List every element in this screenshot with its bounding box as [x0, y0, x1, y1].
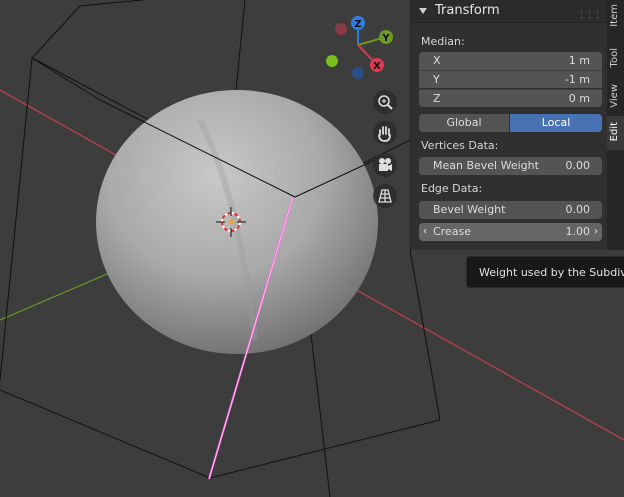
chevron-right-icon[interactable]: ›: [594, 223, 598, 241]
chevron-left-icon[interactable]: ‹: [423, 223, 427, 241]
grid-icon[interactable]: [373, 184, 397, 208]
bevel-weight-field[interactable]: Bevel Weight 0.00: [419, 201, 602, 219]
tab-view[interactable]: View: [607, 78, 624, 116]
median-x-field[interactable]: X 1 m: [419, 52, 602, 70]
gizmo-neg-y: [326, 55, 338, 67]
gizmo-neg-x: [335, 23, 347, 35]
tab-edit[interactable]: Edit: [607, 116, 624, 150]
field-label: Z: [433, 92, 441, 105]
transform-panel: Transform ⋮⋮⋮ Median: X 1 m Y -1 m Z 0 m…: [410, 0, 607, 250]
field-label: Bevel Weight: [433, 203, 506, 216]
collapse-triangle-icon[interactable]: [419, 7, 427, 14]
field-label: X: [433, 54, 441, 67]
crease-tooltip: Weight used by the Subdivision Surface m…: [466, 256, 624, 288]
field-label: Y: [433, 73, 440, 86]
vertices-data-label: Vertices Data:: [421, 139, 499, 152]
field-label: Crease: [433, 225, 471, 238]
drag-grip-icon[interactable]: ⋮⋮⋮: [577, 4, 602, 26]
zoom-icon[interactable]: [373, 90, 397, 114]
gizmo-z-label: Z: [354, 19, 361, 30]
local-toggle-button[interactable]: Local: [510, 114, 602, 132]
field-label: Mean Bevel Weight: [433, 159, 539, 172]
field-value: 1.00: [565, 225, 591, 238]
sidebar-tabs: Item Tool View Edit: [607, 0, 624, 250]
global-toggle-button[interactable]: Global: [419, 114, 509, 132]
gizmo-y-label: Y: [381, 33, 390, 44]
median-z-field[interactable]: Z 0 m: [419, 89, 602, 107]
gizmo-neg-z: [352, 67, 364, 79]
edge-data-label: Edge Data:: [421, 182, 483, 195]
crease-field[interactable]: ‹ Crease 1.00 ›: [419, 223, 602, 241]
field-value: 1 m: [568, 54, 590, 67]
field-value: 0.00: [565, 203, 591, 216]
tab-tool[interactable]: Tool: [607, 42, 624, 78]
hand-icon[interactable]: [373, 121, 397, 145]
median-y-field[interactable]: Y -1 m: [419, 70, 602, 88]
panel-title: Transform: [435, 3, 500, 18]
field-value: 0 m: [568, 92, 590, 105]
field-value: -1 m: [564, 73, 590, 86]
tab-item[interactable]: Item: [607, 0, 624, 42]
mean-bevel-weight-field[interactable]: Mean Bevel Weight 0.00: [419, 157, 602, 175]
panel-header[interactable]: Transform ⋮⋮⋮: [411, 0, 607, 23]
camera-icon[interactable]: [373, 153, 397, 177]
field-value: 0.00: [565, 159, 591, 172]
gizmo-x-label: X: [373, 61, 381, 72]
median-label: Median:: [421, 35, 465, 48]
